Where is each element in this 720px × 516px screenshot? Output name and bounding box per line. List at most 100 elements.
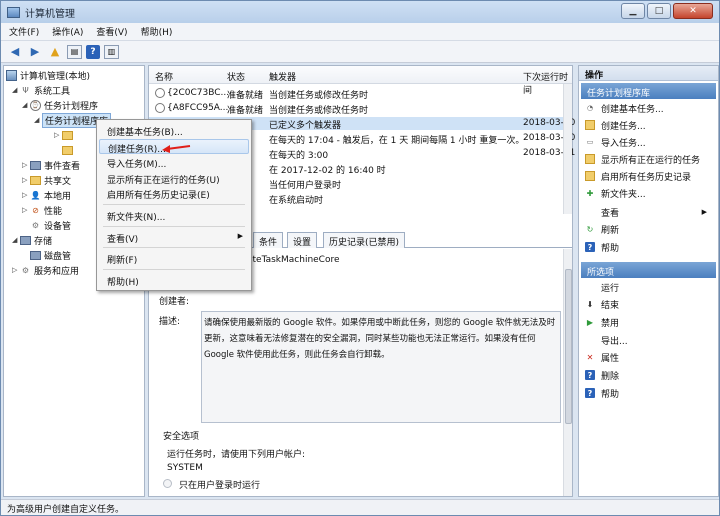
list-header: 名称 状态 触发器 下次运行时间 bbox=[149, 66, 572, 96]
action-export[interactable]: 导出... bbox=[585, 333, 628, 347]
table-row[interactable]: {2C0C73BC... 准备就绪 当创建任务或修改任务时 bbox=[149, 87, 572, 101]
help-icon: ? bbox=[585, 242, 595, 252]
menu-file[interactable]: 文件(F) bbox=[9, 25, 39, 38]
ctx-create-basic-task[interactable]: 创建基本任务(B)... bbox=[99, 123, 249, 138]
tab-conditions[interactable]: 条件 bbox=[253, 232, 284, 248]
tree-system-tools[interactable]: ◢ Ψ 系统工具 bbox=[12, 83, 70, 97]
detail-scrollbar-thumb[interactable] bbox=[565, 269, 572, 424]
history-icon bbox=[585, 171, 595, 181]
ctx-import-task[interactable]: 导入任务(M)... bbox=[99, 155, 249, 170]
author-label: 创建者: bbox=[159, 297, 190, 307]
help-icon[interactable]: ? bbox=[86, 44, 100, 59]
ctx-show-running[interactable]: 显示所有正在运行的任务(U) bbox=[99, 171, 249, 186]
action-help[interactable]: ? 帮助 bbox=[585, 240, 619, 254]
title-bar: 计算机管理 ▁ □ ✕ bbox=[1, 1, 719, 23]
expand-arrow-icon[interactable]: ▷ bbox=[22, 176, 30, 184]
ctx-view[interactable]: 查看(V) ▶ bbox=[99, 230, 249, 245]
ctx-refresh[interactable]: 刷新(F) bbox=[99, 251, 249, 266]
security-options-title: 安全选项 bbox=[163, 432, 200, 442]
tab-history[interactable]: 历史记录(已禁用) bbox=[323, 232, 406, 248]
help-icon: ? bbox=[585, 388, 595, 398]
ctx-enable-history[interactable]: 启用所有任务历史记录(E) bbox=[99, 186, 249, 201]
ctx-new-folder[interactable]: 新文件夹(N)... bbox=[99, 208, 249, 223]
expand-arrow-icon[interactable]: ▷ bbox=[22, 161, 30, 169]
menu-action[interactable]: 操作(A) bbox=[52, 25, 83, 38]
column-status[interactable]: 状态 bbox=[227, 70, 245, 83]
action-import-task[interactable]: ▭ 导入任务... bbox=[585, 135, 646, 149]
shared-folder-icon bbox=[30, 175, 41, 185]
actions-pane: 操作 任务计划程序库 ◔ 创建基本任务... 创建任务... ▭ 导入任务... 显… bbox=[578, 65, 719, 497]
services-icon: ⚙ bbox=[21, 265, 30, 275]
expand-arrow-icon[interactable]: ▷ bbox=[12, 266, 20, 274]
forward-arrow-icon[interactable]: ▶ bbox=[27, 44, 43, 60]
expand-arrow-icon[interactable]: ▷ bbox=[22, 191, 30, 199]
show-hide-tree-icon[interactable]: ▤ bbox=[67, 44, 82, 59]
action-enable-history[interactable]: 启用所有任务历史记录 bbox=[585, 169, 691, 183]
tree-performance[interactable]: ▷ ⊘ 性能 bbox=[22, 203, 62, 217]
tree-subfolder-1[interactable]: ▷ bbox=[54, 128, 76, 142]
close-button[interactable]: ✕ bbox=[673, 3, 713, 19]
action-delete[interactable]: ? 删除 bbox=[585, 368, 619, 382]
column-name[interactable]: 名称 bbox=[155, 70, 173, 83]
status-bar: 为高级用户创建自定义任务。 bbox=[1, 499, 719, 515]
minimize-button[interactable]: ▁ bbox=[621, 3, 645, 19]
list-scrollbar[interactable] bbox=[563, 84, 572, 214]
tree-subfolder-2[interactable] bbox=[62, 143, 76, 157]
radio-logged-on-only[interactable] bbox=[163, 479, 172, 488]
menu-help[interactable]: 帮助(H) bbox=[141, 25, 173, 38]
actions-section-selected[interactable]: 所选项 bbox=[581, 262, 716, 278]
tree-disk-management[interactable]: 磁盘管 bbox=[30, 248, 71, 262]
tab-settings[interactable]: 设置 bbox=[287, 232, 318, 248]
action-view[interactable]: 查看 ▶ bbox=[585, 205, 713, 219]
storage-icon bbox=[20, 235, 31, 245]
back-arrow-icon[interactable]: ◀ bbox=[7, 44, 23, 60]
tree-event-viewer[interactable]: ▷ 事件查看 bbox=[22, 158, 80, 172]
ctx-help[interactable]: 帮助(H) bbox=[99, 273, 249, 288]
new-folder-icon: ✚ bbox=[586, 188, 594, 198]
action-new-folder[interactable]: ✚ 新文件夹... bbox=[585, 186, 646, 200]
menu-bar: 文件(F) 操作(A) 查看(V) 帮助(H) bbox=[1, 23, 719, 41]
column-trigger[interactable]: 触发器 bbox=[269, 70, 296, 83]
collapse-arrow-icon[interactable]: ◢ bbox=[12, 86, 20, 94]
action-end[interactable]: ⬇ 结束 bbox=[585, 297, 619, 311]
tree-root[interactable]: 计算机管理(本地) bbox=[6, 68, 90, 82]
folder-icon bbox=[62, 130, 73, 140]
task-clock-icon bbox=[155, 103, 165, 113]
red-pointer-arrow-icon bbox=[162, 145, 191, 153]
show-hide-action-pane-icon[interactable]: ▥ bbox=[104, 44, 119, 59]
ctx-separator bbox=[103, 204, 245, 205]
description-field[interactable]: 请确保使用最新版的 Google 软件。如果停用或中断此任务，则您的 Googl… bbox=[201, 311, 561, 423]
up-folder-icon[interactable]: ▲ bbox=[47, 44, 63, 60]
action-show-running-tasks[interactable]: 显示所有正在运行的任务 bbox=[585, 152, 700, 166]
menu-view[interactable]: 查看(V) bbox=[96, 25, 127, 38]
task-clock-icon bbox=[155, 88, 165, 98]
tree-services-apps[interactable]: ▷ ⚙ 服务和应用 bbox=[12, 263, 79, 277]
tree-shared-folders[interactable]: ▷ 共享文 bbox=[22, 173, 71, 187]
table-row[interactable]: {A8FCC95A... 准备就绪 当创建任务或修改任务时 bbox=[149, 102, 572, 116]
tree-storage[interactable]: ◢ 存储 bbox=[12, 233, 52, 247]
action-disable[interactable]: ▶ 禁用 bbox=[585, 315, 619, 329]
run-as-label: 运行任务时，请使用下列用户帐户: bbox=[167, 450, 306, 460]
expand-arrow-icon[interactable]: ▷ bbox=[22, 206, 30, 214]
action-refresh[interactable]: ↻ 刷新 bbox=[585, 222, 619, 236]
import-icon: ▭ bbox=[586, 138, 594, 146]
collapse-arrow-icon[interactable]: ◢ bbox=[12, 236, 20, 244]
action-run[interactable]: 运行 bbox=[585, 280, 619, 294]
maximize-button[interactable]: □ bbox=[647, 3, 671, 19]
actions-section-library[interactable]: 任务计划程序库 bbox=[581, 83, 716, 99]
users-icon: 👤 bbox=[30, 190, 41, 200]
action-help-selected[interactable]: ? 帮助 bbox=[585, 386, 619, 400]
action-properties[interactable]: ✕ 属性 bbox=[585, 350, 619, 364]
action-create-basic-task[interactable]: ◔ 创建基本任务... bbox=[585, 101, 664, 115]
window-title: 计算机管理 bbox=[25, 8, 75, 20]
expand-arrow-icon[interactable]: ▷ bbox=[54, 131, 62, 139]
action-create-task[interactable]: 创建任务... bbox=[585, 118, 646, 132]
event-viewer-icon bbox=[30, 160, 41, 170]
tree-local-users[interactable]: ▷ 👤 本地用 bbox=[22, 188, 71, 202]
running-tasks-icon bbox=[585, 154, 595, 164]
tree-device-manager[interactable]: ⚙ 设备管 bbox=[30, 218, 71, 232]
collapse-arrow-icon[interactable]: ◢ bbox=[22, 101, 30, 109]
tree-task-scheduler[interactable]: ◢ ⌚ 任务计划程序 bbox=[22, 98, 98, 112]
collapse-arrow-icon[interactable]: ◢ bbox=[34, 116, 42, 124]
detail-scrollbar[interactable] bbox=[563, 249, 572, 496]
